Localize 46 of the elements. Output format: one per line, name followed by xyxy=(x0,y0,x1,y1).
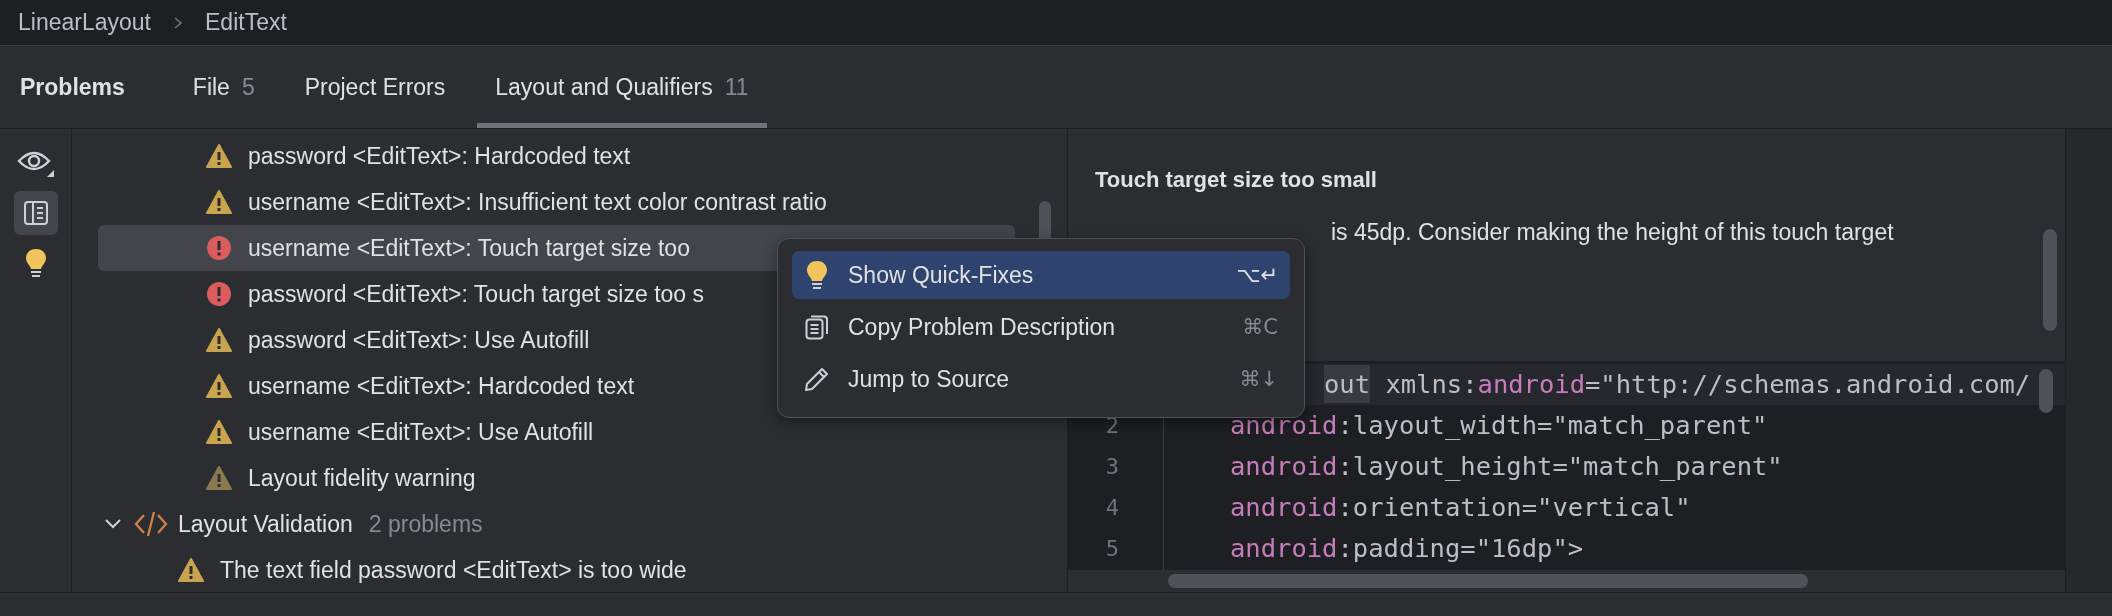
problem-row[interactable]: username <EditText>: Use Autofill xyxy=(98,409,1015,455)
line-number: 5 xyxy=(1105,536,1119,561)
line-number: 3 xyxy=(1105,454,1119,479)
problem-row[interactable]: password <EditText>: Hardcoded text xyxy=(98,133,1015,179)
warning-icon xyxy=(178,558,204,582)
warning-icon xyxy=(206,144,232,168)
pencil-icon xyxy=(804,366,830,392)
code-tag-icon xyxy=(134,510,168,538)
error-icon xyxy=(206,235,232,261)
error-icon xyxy=(206,281,232,307)
tab[interactable]: Project Errors xyxy=(286,46,464,128)
menu-item[interactable]: Jump to Source ⌘↓ xyxy=(792,355,1290,403)
code-line: android:layout_height="match_parent" xyxy=(1229,450,1784,483)
breadcrumb[interactable]: EditText xyxy=(205,9,287,36)
tab[interactable]: Layout and Qualifiers 11 xyxy=(477,46,767,128)
toolbar-toggle[interactable] xyxy=(13,191,58,235)
breadcrumb[interactable]: LinearLayout xyxy=(18,9,151,36)
chevron-icon xyxy=(173,15,183,30)
problem-row[interactable]: The text field password <EditText> is too wide xyxy=(98,547,1015,592)
tool-window-title: Problems xyxy=(20,73,125,101)
warning-icon xyxy=(206,374,232,398)
group-label: Layout Validation xyxy=(178,510,353,538)
warning-icon xyxy=(206,328,232,352)
problem-row[interactable]: username <EditText>: Insufficient text color contrast ratio xyxy=(98,179,1015,225)
code-line: android:orientation="vertical" xyxy=(1229,491,1692,524)
problem-title: Touch target size too small xyxy=(1095,167,1378,193)
lightbulb-icon xyxy=(806,260,828,290)
code-line: android:padding="16dp"> xyxy=(1229,532,1585,565)
preview-icon xyxy=(22,200,49,226)
scrollbar[interactable] xyxy=(1168,574,1808,588)
tree-group-row[interactable]: Layout Validation 2 problems xyxy=(98,501,1015,547)
line-number: 4 xyxy=(1105,495,1119,520)
warning-icon xyxy=(206,466,232,490)
problem-description: is 45dp. Consider making the height of this touch target xyxy=(1330,219,1895,246)
scrollbar[interactable] xyxy=(2039,369,2053,413)
warning-icon xyxy=(206,190,232,214)
tab[interactable]: File 5 xyxy=(174,46,273,128)
menu-item[interactable]: Copy Problem Description ⌘C xyxy=(792,303,1290,351)
scrollbar[interactable] xyxy=(2043,229,2057,331)
warning-icon xyxy=(206,420,232,444)
lightbulb-icon xyxy=(24,248,47,278)
problem-row[interactable]: Layout fidelity warning xyxy=(98,455,1015,501)
menu-item[interactable]: Show Quick-Fixes ⌥↵ xyxy=(792,251,1290,299)
problem-count: 2 problems xyxy=(368,510,483,538)
code-line: android:layout_width="match_parent" xyxy=(1229,409,1769,442)
copy-icon xyxy=(805,314,829,340)
